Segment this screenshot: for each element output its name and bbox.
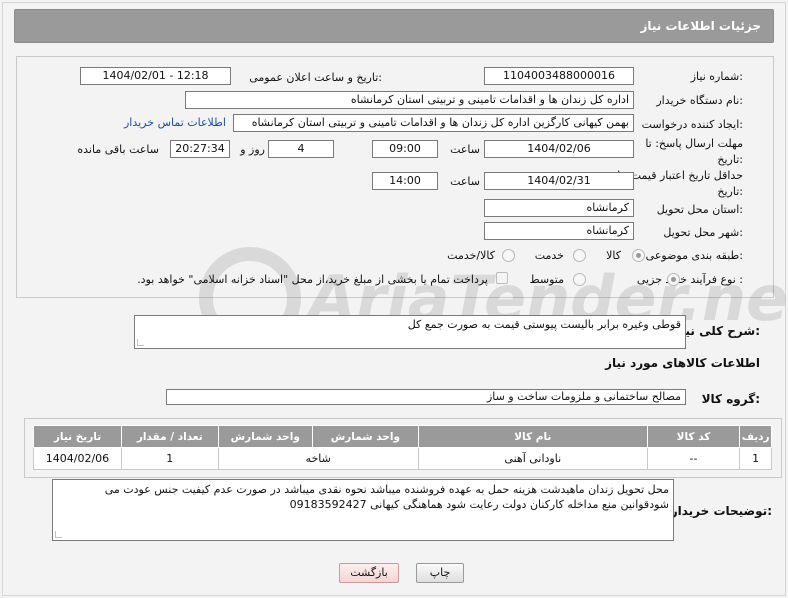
announce-datetime-field: 1404/02/01 - 12:18	[80, 67, 231, 85]
treasury-docs-checkbox[interactable]	[496, 272, 508, 284]
category-goods-service-radio[interactable]	[502, 249, 515, 262]
col-unit: واحد شمارش	[217, 425, 313, 448]
category-service-label: خدمت	[534, 249, 564, 262]
cell-unit: شاخه	[217, 447, 419, 470]
description-field: قوطی وغیره برابر بالیست پیوستی قیمت به ص…	[134, 315, 686, 349]
reply-deadline-time-label: ساعت	[450, 143, 480, 156]
requester-label: ایجاد کننده درخواست:	[641, 118, 743, 131]
col-unit-code: واحد شمارش	[311, 425, 419, 448]
treasury-docs-note: پرداخت تمام یا بخشی از مبلغ خرید،از محل …	[137, 273, 488, 286]
remaining-time-field: 20:27:34	[170, 140, 230, 158]
header-bar: جزئیات اطلاعات نیاز	[14, 9, 774, 43]
price-validity-time-field: 14:00	[372, 172, 438, 190]
process-medium-radio[interactable]	[573, 273, 586, 286]
resize-grip-icon[interactable]	[55, 531, 62, 538]
announce-datetime-label: تاریخ و ساعت اعلان عمومی:	[249, 71, 382, 84]
buyer-contact-link[interactable]: اطلاعات تماس خریدار	[124, 116, 226, 129]
category-service-radio[interactable]	[573, 249, 586, 262]
resize-grip-icon[interactable]	[137, 339, 144, 346]
back-button[interactable]: بازگشت	[339, 563, 399, 583]
requester-field: بهمن کیهانی کارگزین اداره کل زندان ها و …	[233, 114, 634, 132]
remaining-time-label: ساعت باقی مانده	[77, 143, 159, 156]
cell-need-date: 1404/02/06	[33, 447, 122, 470]
delivery-province-field: کرمانشاه	[484, 199, 634, 217]
delivery-city-label: شهر محل تحویل:	[663, 226, 743, 239]
reply-deadline-time-field: 09:00	[372, 140, 438, 158]
col-item-name: نام کالا	[417, 425, 648, 448]
process-minor-label: جزیی	[636, 273, 662, 286]
cell-item-name: ناودانی آهنی	[417, 447, 648, 470]
reply-deadline-label: مهلت ارسال پاسخ: تا تاریخ:	[645, 137, 743, 166]
process-minor-radio[interactable]	[667, 273, 680, 286]
goods-group-label: گروه کالا:	[701, 392, 760, 406]
category-label: طبقه بندی موضوعی:	[645, 249, 743, 262]
need-number-label: شماره نیاز:	[690, 70, 743, 83]
table-row: 1404/02/06 1 شاخه ناودانی آهنی -- 1	[33, 447, 772, 470]
col-item-code: کد کالا	[646, 425, 741, 448]
cell-quantity: 1	[120, 447, 219, 470]
category-goods-radio[interactable]	[632, 249, 645, 262]
goods-table: تاریخ نیاز تعداد / مقدار واحد شمارش واحد…	[33, 425, 772, 470]
col-need-date: تاریخ نیاز	[33, 425, 122, 448]
goods-section-title: اطلاعات کالاهای مورد نیاز	[605, 356, 760, 370]
buyer-notes-field: محل تحویل زندان ماهیدشت هزینه حمل به عهد…	[52, 479, 674, 541]
price-validity-date-field: 1404/02/31	[484, 172, 634, 190]
delivery-city-field: کرمانشاه	[484, 222, 634, 240]
price-validity-time-label: ساعت	[450, 175, 480, 188]
buyer-org-label: نام دستگاه خریدار:	[656, 94, 743, 107]
buyer-notes-text: محل تحویل زندان ماهیدشت هزینه حمل به عهد…	[104, 483, 669, 511]
col-quantity: تعداد / مقدار	[120, 425, 219, 448]
buyer-notes-label: توضیحات خریدار:	[670, 504, 772, 518]
col-row: ردیف	[739, 425, 772, 448]
delivery-province-label: استان محل تحویل:	[656, 203, 743, 216]
need-number-field: 1104003488000016	[484, 67, 634, 85]
print-button[interactable]: چاپ	[416, 563, 464, 583]
process-medium-label: متوسط	[529, 273, 564, 286]
description-text: قوطی وغیره برابر بالیست پیوستی قیمت به ص…	[407, 318, 681, 331]
reply-deadline-date-field: 1404/02/06	[484, 140, 634, 158]
remaining-days-field: 4	[268, 140, 334, 158]
cell-row-number: 1	[739, 447, 772, 470]
description-label: شرح کلی نیاز:	[674, 324, 760, 338]
remaining-days-label: روز و	[240, 143, 265, 156]
cell-item-code: --	[646, 447, 741, 470]
page-title: جزئیات اطلاعات نیاز	[640, 19, 761, 33]
category-goods-label: کالا	[606, 249, 621, 262]
buyer-org-field: اداره کل زندان ها و اقدامات تامینی و ترب…	[185, 91, 634, 109]
goods-table-header: تاریخ نیاز تعداد / مقدار واحد شمارش واحد…	[33, 425, 772, 448]
category-goods-service-label: کالا/خدمت	[447, 249, 495, 262]
goods-group-field: مصالح ساختمانی و ملزومات ساخت و ساز	[166, 389, 686, 405]
